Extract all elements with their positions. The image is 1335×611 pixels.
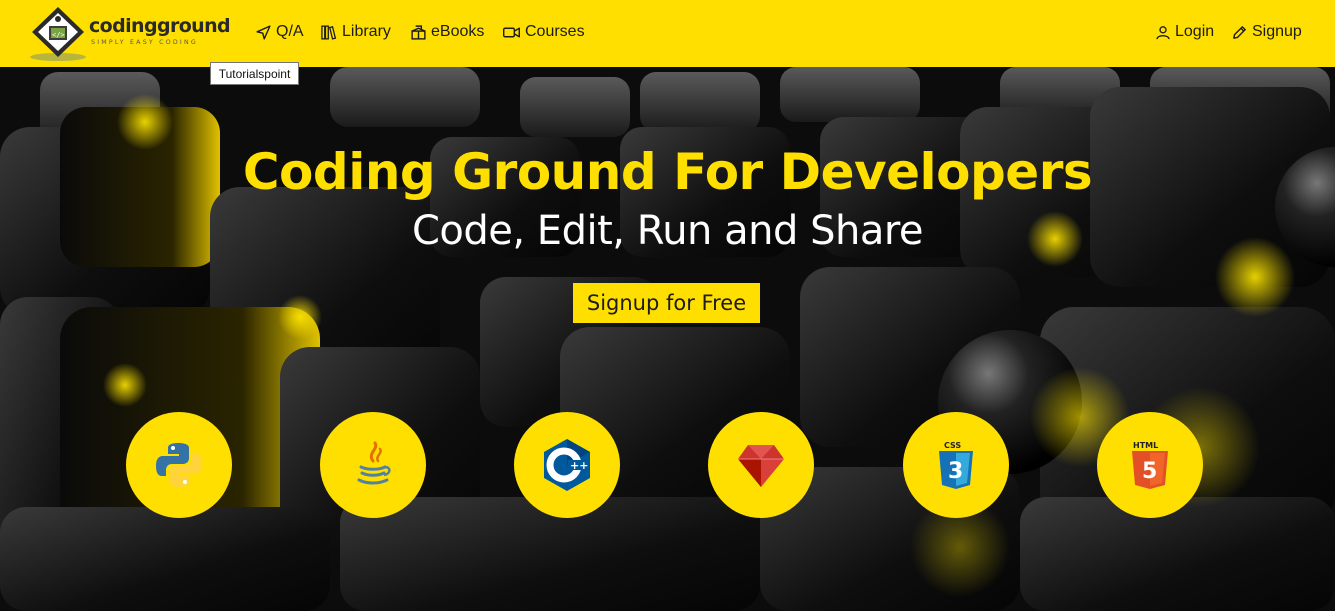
hero-subtitle: Code, Edit, Run and Share xyxy=(411,208,924,254)
nav-courses-label: Courses xyxy=(525,23,585,40)
css3-icon: CSS 3 xyxy=(939,441,973,489)
logo-tooltip: Tutorialspoint xyxy=(210,62,299,85)
codingground-logo[interactable]: </> codingground SIMPLY EASY CODING xyxy=(27,4,237,62)
signup-label: Signup xyxy=(1252,23,1302,40)
nav-qa-label: Q/A xyxy=(276,23,304,40)
svg-text:5: 5 xyxy=(1142,459,1157,484)
login-link[interactable]: Login xyxy=(1155,20,1214,44)
language-python[interactable] xyxy=(126,412,232,518)
top-navbar: </> codingground SIMPLY EASY CODING Q/A … xyxy=(0,0,1335,67)
send-arrow-icon xyxy=(256,24,271,40)
cpp-icon: ++ xyxy=(544,439,590,491)
python-icon xyxy=(156,443,202,487)
language-ruby[interactable] xyxy=(708,412,814,518)
pencil-icon xyxy=(1233,25,1246,39)
svg-text:CSS: CSS xyxy=(944,441,961,450)
language-html5[interactable]: HTML 5 xyxy=(1097,412,1203,518)
logo-wordmark: codingground xyxy=(89,15,231,37)
ruby-icon xyxy=(738,445,784,487)
svg-text:HTML: HTML xyxy=(1133,441,1158,450)
svg-text:++: ++ xyxy=(570,459,588,472)
hero-banner: Coding Ground For Developers Code, Edit,… xyxy=(0,67,1335,611)
signup-free-button[interactable]: Signup for Free xyxy=(573,283,760,323)
svg-text:</>: </> xyxy=(52,31,65,39)
nav-ebooks-label: eBooks xyxy=(431,23,485,40)
nav-library-label: Library xyxy=(342,23,391,40)
hero-title: Coding Ground For Developers xyxy=(242,143,1093,201)
java-icon xyxy=(357,441,391,485)
login-label: Login xyxy=(1175,23,1215,40)
language-java[interactable] xyxy=(320,412,426,518)
html5-icon: HTML 5 xyxy=(1132,441,1168,489)
logo-tagline: SIMPLY EASY CODING xyxy=(91,39,198,46)
language-cpp[interactable]: ++ xyxy=(514,412,620,518)
signup-link[interactable]: Signup xyxy=(1231,20,1302,44)
video-camera-icon xyxy=(503,27,521,37)
library-books-icon xyxy=(321,24,337,40)
nav-ebooks[interactable]: eBooks xyxy=(410,20,484,44)
nav-courses[interactable]: Courses xyxy=(502,20,585,44)
language-css3[interactable]: CSS 3 xyxy=(903,412,1009,518)
nav-qa[interactable]: Q/A xyxy=(255,20,304,44)
ebook-box-icon xyxy=(411,24,426,40)
logo-emblem-icon: </> xyxy=(30,7,86,61)
nav-library[interactable]: Library xyxy=(320,20,391,44)
svg-text:3: 3 xyxy=(948,459,963,484)
user-icon xyxy=(1156,25,1170,39)
